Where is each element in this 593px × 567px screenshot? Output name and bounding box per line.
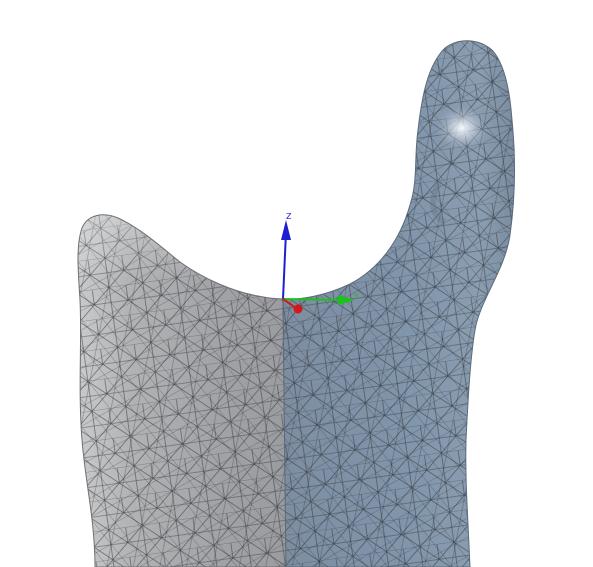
- z-axis-arrow: Z: [281, 212, 292, 300]
- model-scene[interactable]: Z Y: [0, 0, 593, 567]
- y-axis-label: Y: [353, 292, 359, 301]
- z-axis-label: Z: [286, 212, 292, 221]
- model-part-left[interactable]: [60, 200, 300, 567]
- 3d-viewport[interactable]: Z Y: [0, 0, 593, 567]
